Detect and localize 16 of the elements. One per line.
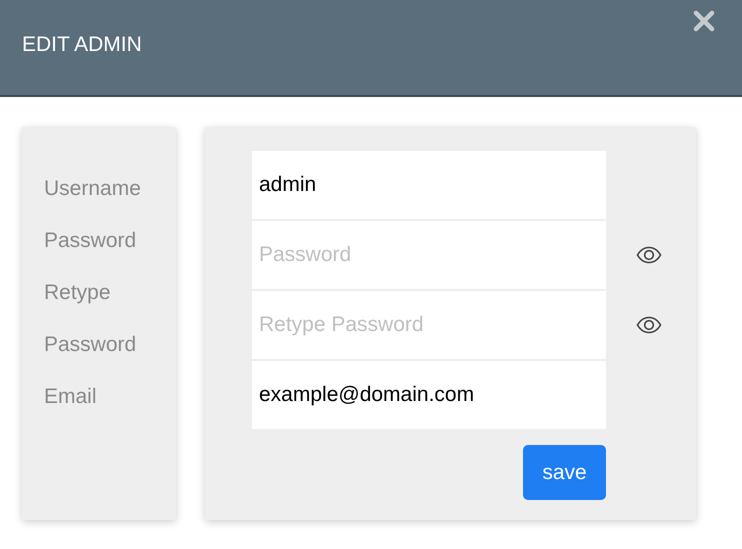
field-label: Retype Password: [44, 280, 138, 358]
show-password-button[interactable]: [636, 246, 662, 264]
eye-icon: [636, 316, 662, 334]
close-icon: [693, 10, 715, 32]
field-label: Password: [44, 228, 138, 254]
field-label: Email: [44, 384, 98, 410]
eye-icon: [636, 246, 662, 264]
window-title: EDIT ADMIN: [22, 32, 142, 58]
input-field[interactable]: admin: [252, 151, 606, 219]
input-field[interactable]: Password: [252, 221, 606, 289]
close-button[interactable]: [692, 9, 716, 33]
show-password-button[interactable]: [636, 316, 662, 334]
field-label: Username: [44, 176, 142, 202]
input-field[interactable]: Retype Password: [252, 291, 606, 359]
save-button[interactable]: save: [523, 445, 606, 500]
input-field[interactable]: example@domain.com: [252, 361, 606, 429]
